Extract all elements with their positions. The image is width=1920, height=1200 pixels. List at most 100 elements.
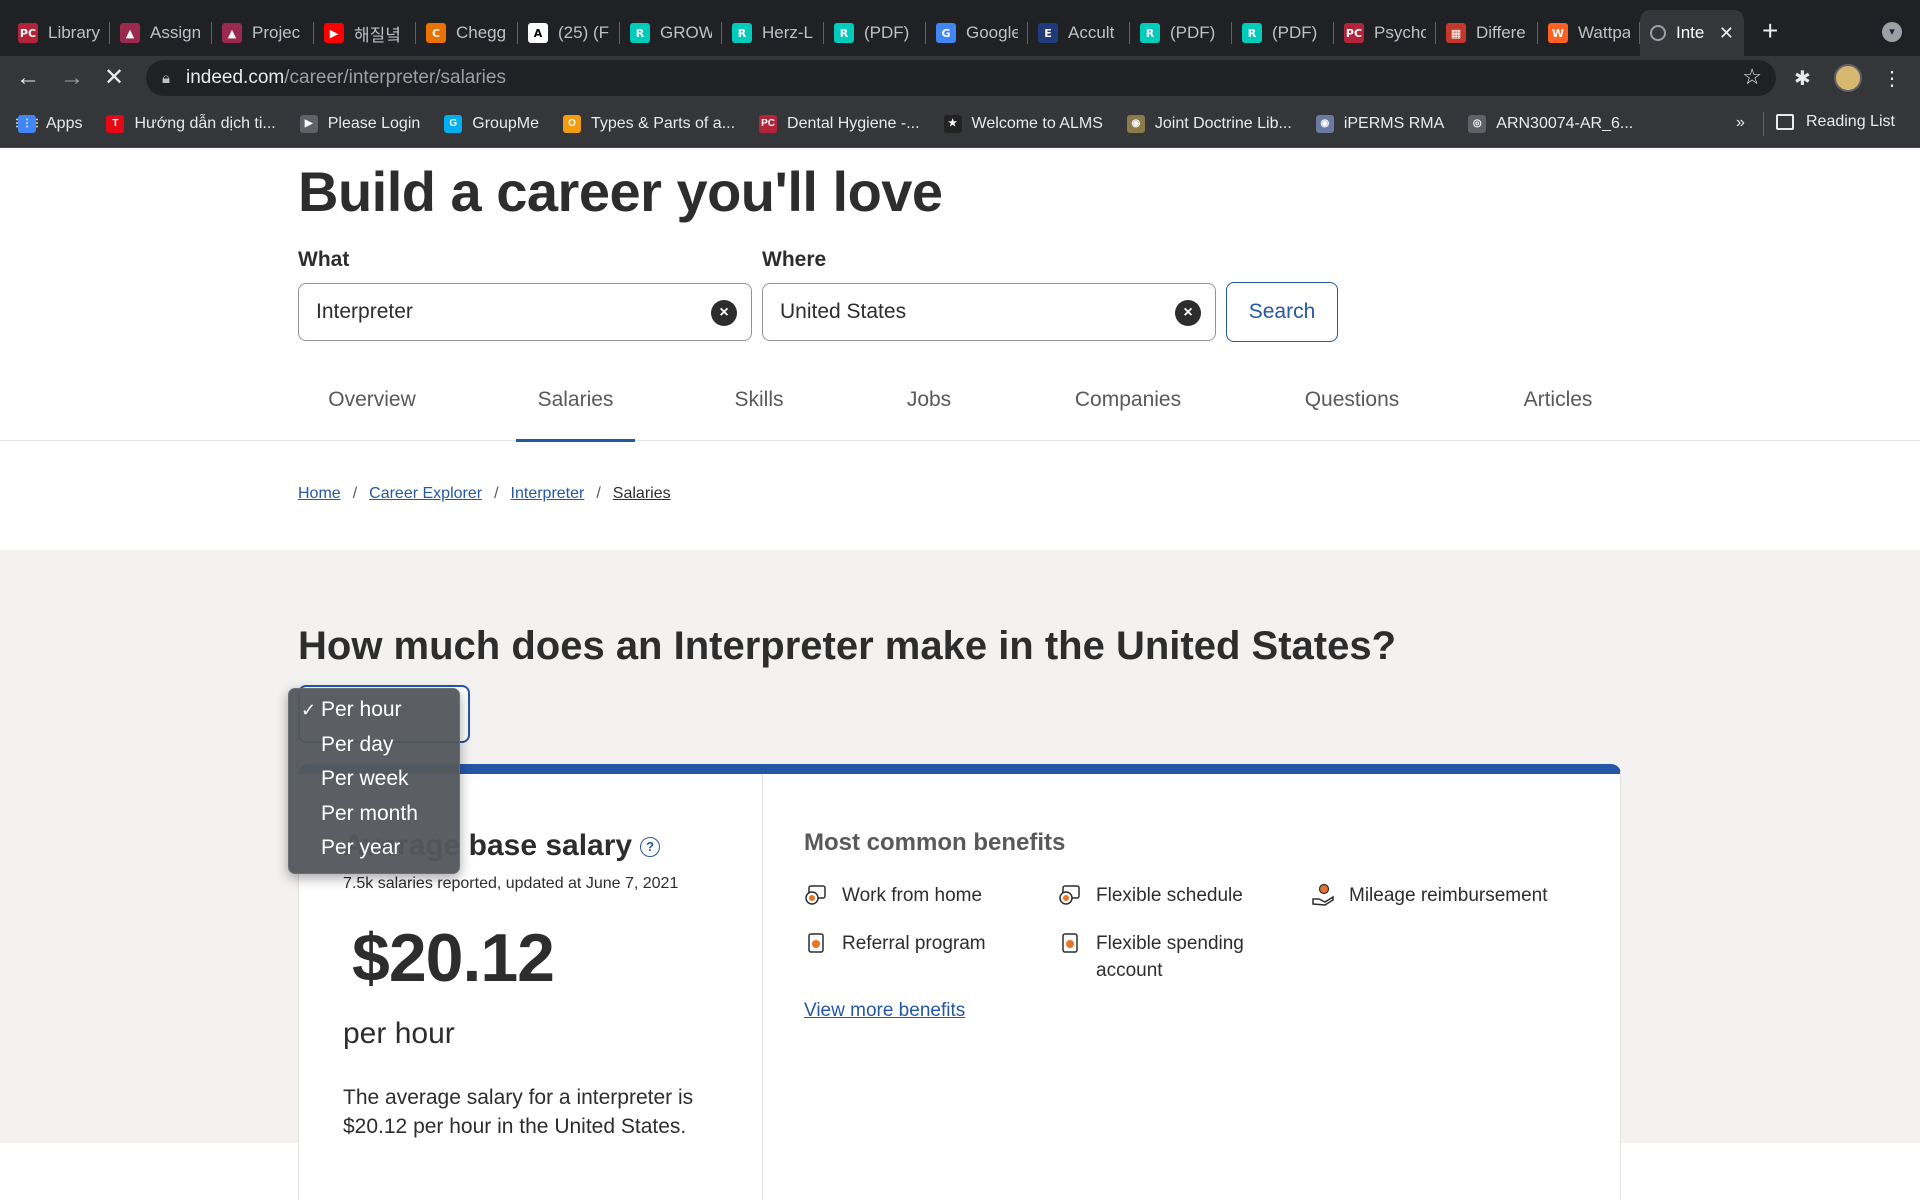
pay-period-option-year[interactable]: Per year bbox=[289, 831, 459, 866]
pay-period-option-week[interactable]: Per week bbox=[289, 762, 459, 797]
forward-icon[interactable]: → bbox=[58, 64, 86, 92]
tab-jobs[interactable]: Jobs bbox=[890, 359, 968, 441]
tab-favicon-icon: ▲ bbox=[120, 23, 140, 43]
bookmark-item[interactable]: ◉ Joint Doctrine Lib... bbox=[1126, 114, 1292, 133]
breadcrumb-home[interactable]: Home bbox=[298, 485, 341, 503]
tab-title: Library bbox=[48, 23, 100, 42]
reading-list-button[interactable]: Reading List bbox=[1776, 113, 1895, 131]
new-tab-button[interactable]: + bbox=[1762, 15, 1778, 47]
profile-avatar[interactable] bbox=[1834, 64, 1862, 92]
tab-skills[interactable]: Skills bbox=[718, 359, 800, 441]
tab-title: Herz-L bbox=[762, 23, 814, 42]
back-icon[interactable]: ← bbox=[14, 64, 42, 92]
clear-where-icon[interactable]: × bbox=[1175, 300, 1201, 326]
bookmark-label: Please Login bbox=[327, 114, 421, 132]
browser-tab[interactable]: PC Library bbox=[8, 10, 110, 56]
bookmark-item[interactable]: ⋮⋮⋮ Apps bbox=[12, 114, 82, 133]
bookmarks-overflow-icon[interactable]: » bbox=[1736, 114, 1745, 132]
what-input-value: Interpreter bbox=[316, 300, 413, 323]
menu-dots-icon[interactable]: ⋮ bbox=[1882, 66, 1902, 91]
browser-tabstrip: PC Library ▲ Assign ▲ Projec ▶ 해질녘 C Chegg A (25) (… bbox=[0, 0, 1920, 56]
bookmark-item[interactable]: ★ Welcome to ALMS bbox=[943, 114, 1103, 133]
bookmark-item[interactable]: ▶ Please Login bbox=[299, 114, 421, 133]
close-tab-icon[interactable]: ✕ bbox=[1719, 23, 1734, 44]
stop-loading-icon[interactable]: ✕ bbox=[100, 64, 128, 92]
pay-period-option-day[interactable]: Per day bbox=[289, 728, 459, 763]
tab-title: (PDF) bbox=[864, 23, 910, 42]
search-button[interactable]: Search bbox=[1226, 282, 1338, 342]
browser-tab[interactable]: ▦ Differe bbox=[1436, 10, 1538, 56]
browser-tab[interactable]: ▲ Projec bbox=[212, 10, 314, 56]
browser-tab[interactable]: C Chegg bbox=[416, 10, 518, 56]
salary-summary: The average salary for a interpreter is … bbox=[343, 1086, 694, 1138]
pay-period-option-hour[interactable]: ✓ Per hour bbox=[289, 693, 459, 728]
option-label: Per day bbox=[321, 732, 394, 756]
browser-tab[interactable]: E Accult bbox=[1028, 10, 1130, 56]
breadcrumb-separator: / bbox=[494, 485, 499, 502]
browser-tab[interactable]: PC Psycho bbox=[1334, 10, 1436, 56]
tab-title: Chegg bbox=[456, 23, 507, 42]
browser-tab[interactable]: ▶ 해질녘 bbox=[314, 10, 416, 56]
pay-period-dropdown: ✓ Per hour Per day Per week Per month Per… bbox=[288, 688, 460, 874]
browser-tab[interactable]: G Google bbox=[926, 10, 1028, 56]
tab-title: (PDF) bbox=[1272, 23, 1318, 42]
breadcrumb-career-explorer[interactable]: Career Explorer bbox=[369, 485, 482, 503]
browser-tab[interactable]: R (PDF) bbox=[1130, 10, 1232, 56]
tab-title: Accult bbox=[1068, 23, 1115, 42]
tab-title: Wattpa bbox=[1578, 23, 1630, 42]
hero-title: Build a career you'll love bbox=[298, 160, 943, 223]
tab-search-icon[interactable]: ▾ bbox=[1882, 22, 1902, 42]
view-more-benefits-link[interactable]: View more benefits bbox=[804, 1000, 965, 1022]
tab-salaries[interactable]: Salaries bbox=[516, 359, 635, 442]
loading-spinner-icon bbox=[1650, 25, 1666, 41]
tab-title: Differe bbox=[1476, 23, 1526, 42]
bookmark-item[interactable]: ◎ ARN30074-AR_6... bbox=[1468, 114, 1633, 133]
benefit-item: Flexible spending account bbox=[1058, 930, 1258, 984]
bookmark-label: Types & Parts of a... bbox=[590, 114, 736, 132]
pay-period-option-month[interactable]: Per month bbox=[289, 797, 459, 832]
tab-title: (PDF) bbox=[1170, 23, 1216, 42]
bookmark-item[interactable]: G GroupMe bbox=[444, 114, 539, 133]
browser-tab[interactable]: ▲ Assign bbox=[110, 10, 212, 56]
browser-tab[interactable]: R Herz-L bbox=[722, 10, 824, 56]
browser-tab-active[interactable]: Inte ✕ bbox=[1640, 10, 1744, 56]
bookmark-favicon-icon: O bbox=[562, 114, 581, 133]
tab-title: Google bbox=[966, 23, 1018, 42]
tab-questions[interactable]: Questions bbox=[1294, 359, 1410, 441]
reading-list-icon bbox=[1776, 114, 1794, 130]
benefit-label: Referral program bbox=[842, 933, 986, 954]
bookmark-favicon-icon: ◎ bbox=[1468, 114, 1487, 133]
help-icon[interactable]: ? bbox=[640, 837, 661, 858]
bookmark-item[interactable]: O Types & Parts of a... bbox=[562, 114, 736, 133]
schedule-icon bbox=[1059, 885, 1080, 905]
bookmark-label: Hướng dẫn dịch ti... bbox=[134, 114, 276, 132]
tab-favicon-icon: R bbox=[732, 23, 752, 43]
bookmark-item[interactable]: PC Dental Hygiene -... bbox=[759, 114, 920, 133]
bookmark-label: GroupMe bbox=[472, 114, 539, 132]
breadcrumb-interpreter[interactable]: Interpreter bbox=[511, 485, 585, 503]
clear-what-icon[interactable]: × bbox=[711, 300, 737, 326]
tab-favicon-icon: R bbox=[1140, 23, 1160, 43]
where-input[interactable]: United States × bbox=[762, 283, 1216, 341]
bookmark-item[interactable]: ◉ iPERMS RMA bbox=[1315, 114, 1444, 133]
browser-tab[interactable]: W Wattpa bbox=[1538, 10, 1640, 56]
option-label: Per year bbox=[321, 836, 401, 859]
bookmark-item[interactable]: T Hướng dẫn dịch ti... bbox=[106, 114, 276, 133]
bookmark-star-icon[interactable]: ☆ bbox=[1742, 64, 1762, 90]
browser-tab[interactable]: A (25) (F bbox=[518, 10, 620, 56]
what-input[interactable]: Interpreter × bbox=[298, 283, 752, 341]
tab-overview[interactable]: Overview bbox=[310, 359, 434, 441]
tab-articles[interactable]: Articles bbox=[1512, 359, 1604, 441]
career-nav-tabs: Overview Salaries Skills Jobs Companies … bbox=[0, 359, 1920, 442]
tab-companies[interactable]: Companies bbox=[1060, 359, 1196, 441]
extensions-icon[interactable]: ✱ bbox=[1794, 66, 1811, 91]
browser-tab[interactable]: R GROW bbox=[620, 10, 722, 56]
referral-icon bbox=[808, 933, 824, 953]
tab-title: 해질녘 bbox=[354, 25, 401, 45]
address-bar[interactable]: 🔒︎ indeed.com/career/interpreter/salarie… bbox=[146, 60, 1776, 96]
browser-tab[interactable]: R (PDF) bbox=[1232, 10, 1334, 56]
salary-unit: per hour bbox=[343, 1017, 455, 1050]
benefits-title: Most common benefits bbox=[804, 829, 1066, 856]
browser-tab[interactable]: R (PDF) bbox=[824, 10, 926, 56]
where-input-value: United States bbox=[780, 300, 907, 323]
